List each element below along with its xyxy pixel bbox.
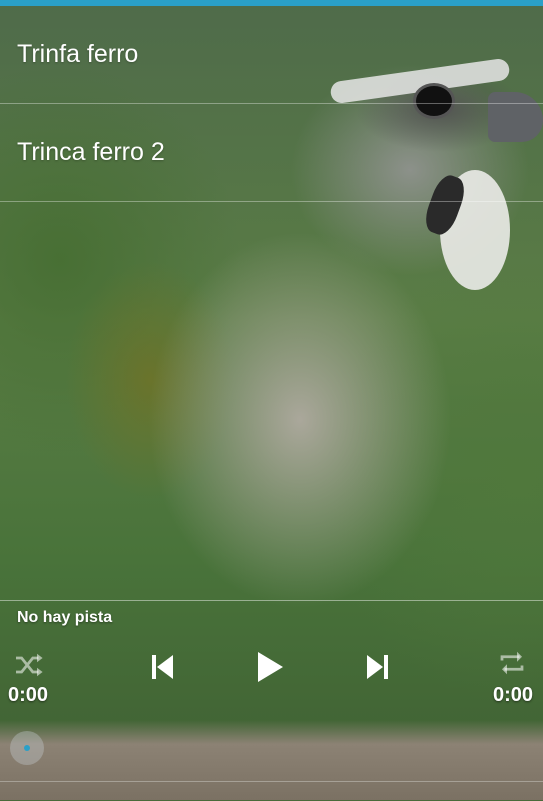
player-panel: No hay pista 0:00 0:00 <box>0 600 543 801</box>
repeat-icon <box>497 649 527 682</box>
track-item[interactable]: Trinfa ferro <box>0 6 543 104</box>
duration-time: 0:00 <box>492 684 533 706</box>
skip-next-icon <box>365 654 389 685</box>
divider <box>0 781 543 782</box>
next-button[interactable] <box>357 649 397 689</box>
track-item[interactable]: Trinca ferro 2 <box>0 104 543 202</box>
repeat-button[interactable] <box>492 645 532 685</box>
play-icon <box>256 651 284 688</box>
skip-previous-icon <box>151 654 175 685</box>
seek-handle[interactable] <box>10 731 44 765</box>
track-title: Trinca ferro 2 <box>17 138 165 166</box>
shuffle-button[interactable] <box>10 647 50 687</box>
shuffle-icon <box>13 651 47 684</box>
now-playing-label: No hay pista <box>17 609 113 626</box>
track-title: Trinfa ferro <box>17 40 139 68</box>
track-list: Trinfa ferro Trinca ferro 2 <box>0 6 543 202</box>
elapsed-time: 0:00 <box>8 684 49 706</box>
previous-button[interactable] <box>143 649 183 689</box>
play-button[interactable] <box>250 649 290 689</box>
